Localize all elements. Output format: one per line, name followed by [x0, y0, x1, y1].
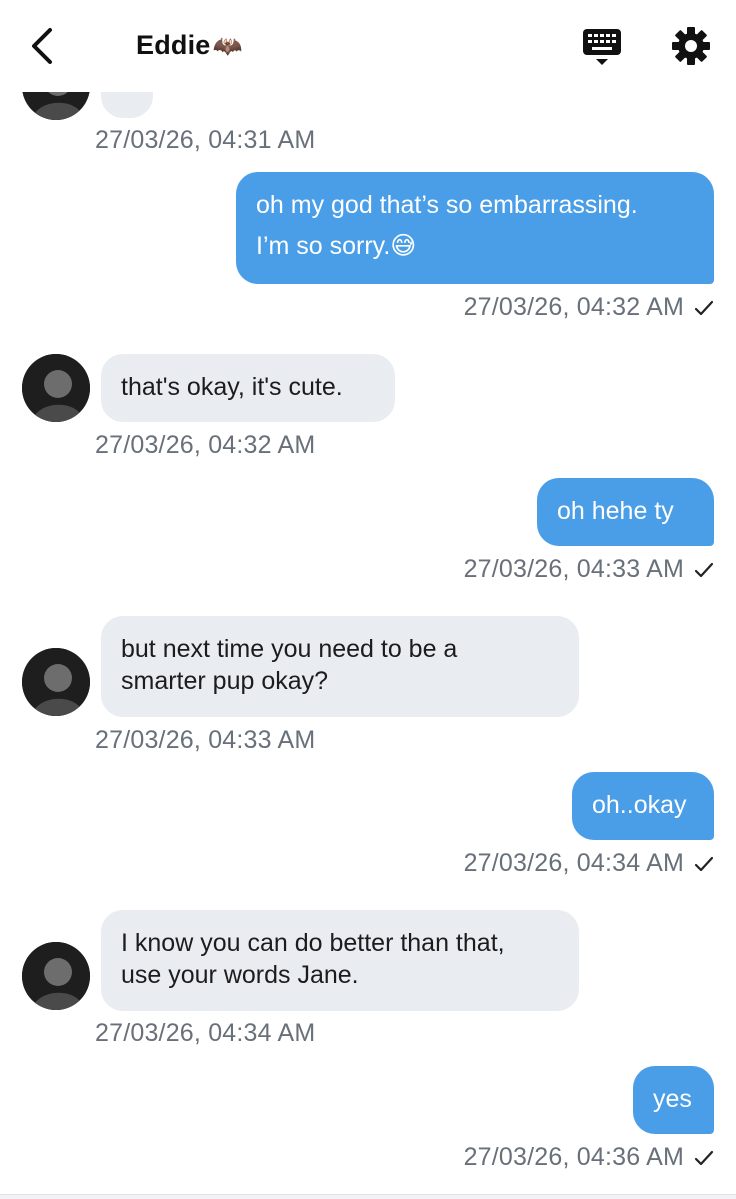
back-button[interactable] — [22, 24, 62, 68]
message-timestamp: 27/03/26, 04:32 AM — [464, 293, 714, 322]
bottom-divider — [0, 1194, 736, 1199]
message-text-line: oh my god that’s so embarrassing. — [256, 191, 638, 219]
avatar-image — [22, 648, 90, 716]
gear-icon — [672, 27, 710, 65]
contact-name: Eddie — [136, 30, 211, 60]
message-text-line: I know you can do better than that, — [121, 929, 505, 957]
chat-screen: Eddie🦇 27/03/26, 04:31 AM oh my god that… — [0, 0, 736, 1199]
keyboard-button[interactable] — [580, 26, 624, 70]
message-timestamp: 27/03/26, 04:32 AM — [95, 431, 316, 459]
message-timestamp: 27/03/26, 04:34 AM — [95, 1019, 316, 1047]
outgoing-bubble[interactable]: oh hehe ty — [537, 478, 714, 546]
incoming-bubble[interactable]: that's okay, it's cute. — [101, 354, 395, 422]
contact-avatar[interactable] — [22, 354, 90, 422]
message-text-line: I’m so sorry.😅 — [256, 232, 417, 260]
timestamp-text: 27/03/26, 04:32 AM — [463, 293, 684, 321]
message-timestamp: 27/03/26, 04:33 AM — [95, 726, 316, 754]
timestamp-text: 27/03/26, 04:34 AM — [463, 849, 684, 877]
outgoing-bubble[interactable]: oh my god that’s so embarrassing. I’m so… — [236, 172, 714, 284]
message-text-line: that's okay, it's cute. — [121, 373, 343, 401]
incoming-bubble[interactable]: I know you can do better than that, use … — [101, 910, 579, 1011]
message-timestamp: 27/03/26, 04:34 AM — [464, 849, 714, 878]
chat-title[interactable]: Eddie🦇 — [136, 30, 243, 61]
message-timestamp: 27/03/26, 04:33 AM — [464, 555, 714, 584]
timestamp-text: 27/03/26, 04:36 AM — [463, 1143, 684, 1171]
contact-emoji: 🦇 — [212, 33, 243, 60]
message-text-line: oh..okay — [592, 791, 687, 819]
outgoing-bubble[interactable]: oh..okay — [572, 772, 714, 840]
read-check-icon — [694, 301, 714, 316]
contact-avatar[interactable] — [22, 942, 90, 1010]
keyboard-icon — [583, 29, 621, 65]
avatar-image — [22, 354, 90, 422]
timestamp-text: 27/03/26, 04:33 AM — [463, 555, 684, 583]
read-check-icon — [694, 857, 714, 872]
chevron-left-icon — [32, 28, 52, 64]
message-text-line: oh hehe ty — [557, 497, 674, 525]
message-text-line: smarter pup okay? — [121, 667, 329, 695]
message-text-line: use your words Jane. — [121, 961, 359, 989]
chat-header: Eddie🦇 — [0, 0, 736, 92]
message-text-line: but next time you need to be a — [121, 635, 458, 663]
incoming-bubble[interactable]: but next time you need to be a smarter p… — [101, 616, 579, 717]
read-check-icon — [694, 563, 714, 578]
message-timestamp: 27/03/26, 04:31 AM — [95, 126, 316, 154]
read-check-icon — [694, 1151, 714, 1166]
contact-avatar[interactable] — [22, 648, 90, 716]
message-timestamp: 27/03/26, 04:36 AM — [464, 1143, 714, 1172]
message-text-line: yes — [653, 1085, 692, 1113]
outgoing-bubble[interactable]: yes — [633, 1066, 714, 1134]
avatar-image — [22, 942, 90, 1010]
settings-button[interactable] — [669, 24, 713, 68]
